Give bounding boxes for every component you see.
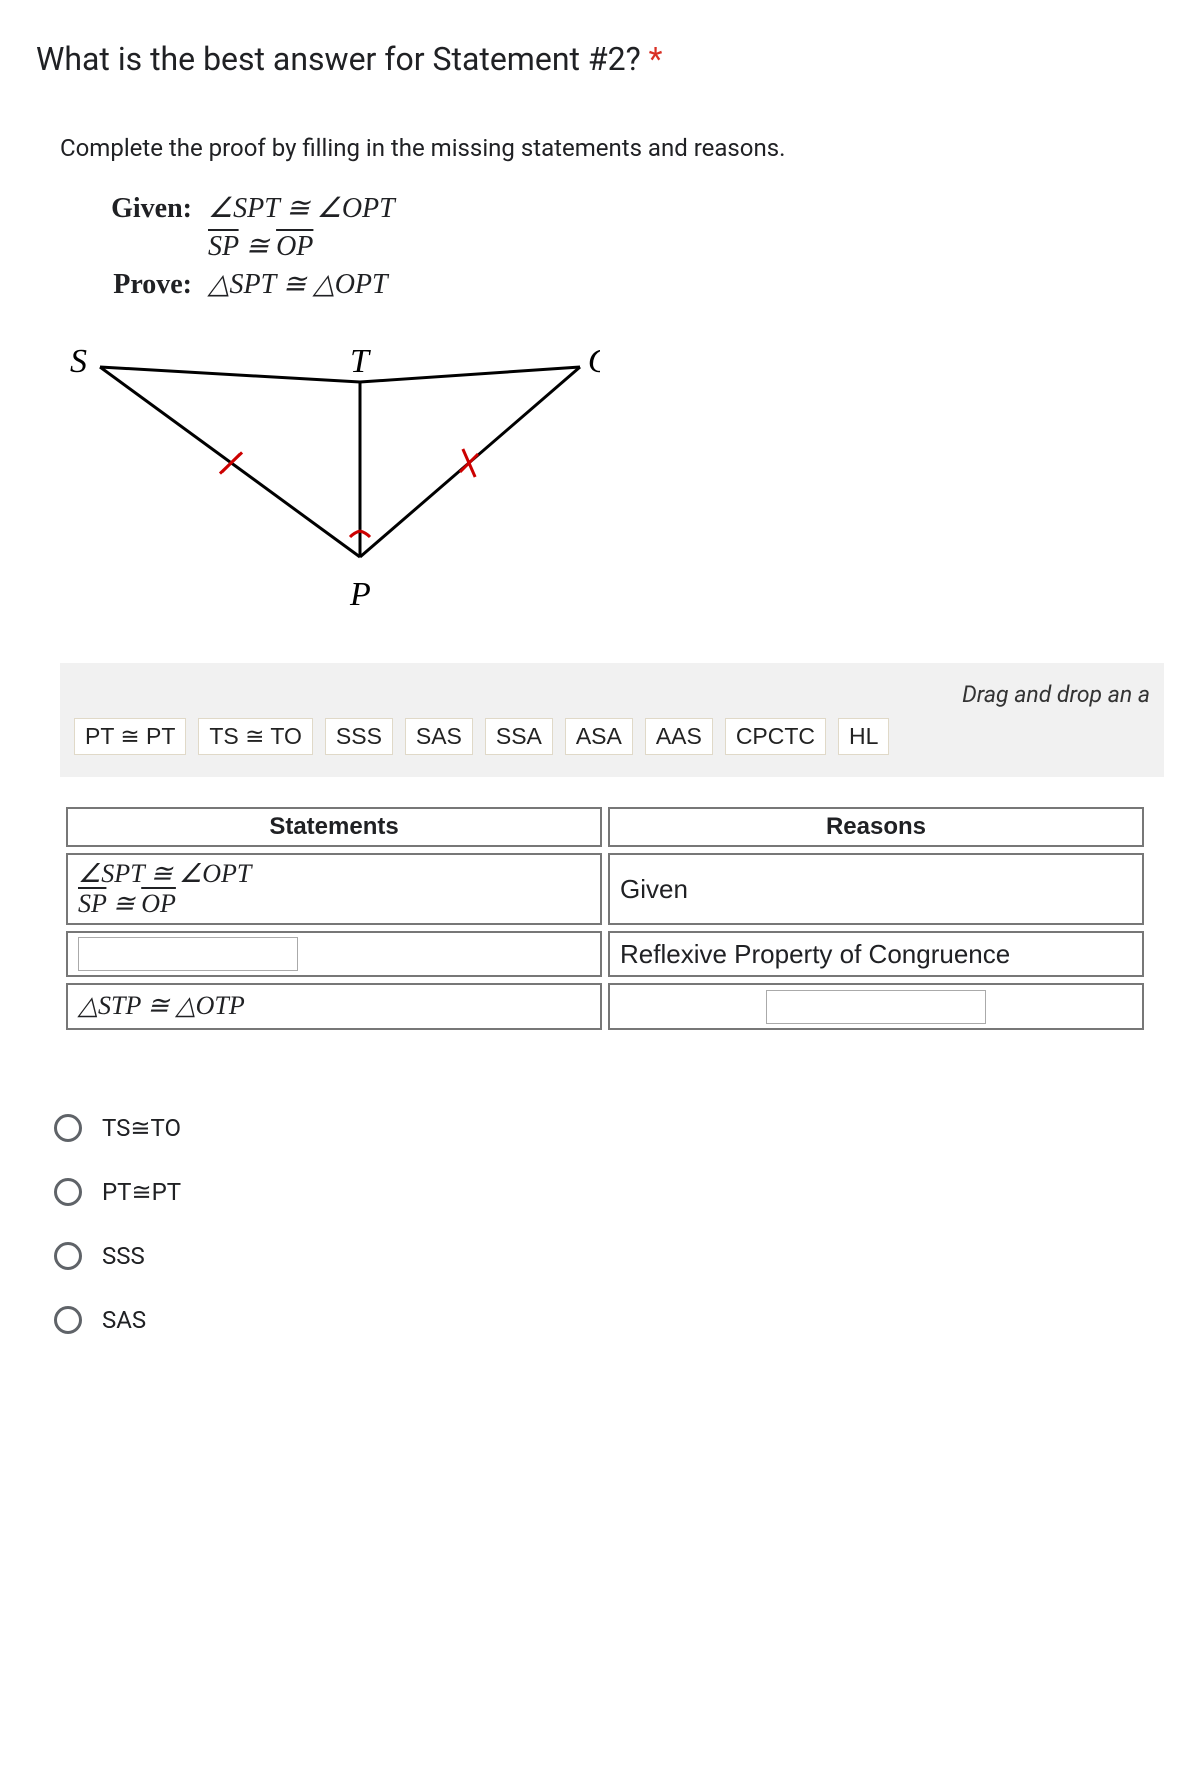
given-label: Given: — [88, 190, 192, 228]
prove-line: △SPT ≅ △OPT — [208, 266, 388, 304]
given-prove-block: Given: ∠SPT ≅ ∠OPT SP ≅ OP Prove: △SPT ≅… — [88, 190, 1164, 303]
bank-token[interactable]: SAS — [405, 718, 473, 755]
proof-table: Statements Reasons ∠SPT ≅ ∠OPT SP ≅ OP G… — [60, 801, 1164, 1035]
vertex-label-s: S — [70, 343, 87, 380]
vertex-label-p: P — [349, 576, 371, 613]
given-line-2: SP ≅ OP — [208, 228, 313, 266]
vertex-label-o: O — [588, 343, 600, 380]
option-ts-to[interactable]: TS≅TO — [54, 1096, 1164, 1160]
option-label: SAS — [102, 1306, 146, 1334]
option-label: TS≅TO — [102, 1114, 181, 1142]
prove-label: Prove: — [88, 266, 192, 304]
radio-icon — [54, 1242, 82, 1270]
reason-cell-2: Reflexive Property of Congruence — [608, 931, 1144, 977]
question-title: What is the best answer for Statement #2… — [36, 40, 1164, 78]
radio-icon — [54, 1178, 82, 1206]
option-sss[interactable]: SSS — [54, 1224, 1164, 1288]
answer-options: TS≅TO PT≅PT SSS SAS — [54, 1096, 1164, 1352]
reasons-header: Reasons — [608, 807, 1144, 847]
reason-cell-1: Given — [608, 853, 1144, 925]
blank-slot-statement-2[interactable] — [78, 937, 298, 971]
option-pt-pt[interactable]: PT≅PT — [54, 1160, 1164, 1224]
bank-token[interactable]: ASA — [565, 718, 633, 755]
bank-token[interactable]: AAS — [645, 718, 713, 755]
instruction-text: Complete the proof by filling in the mis… — [60, 134, 1164, 162]
statements-header: Statements — [66, 807, 602, 847]
triangle-diagram: S T O P — [60, 327, 1164, 623]
statement-cell-1: ∠SPT ≅ ∠OPT SP ≅ OP — [66, 853, 602, 925]
option-label: SSS — [102, 1242, 145, 1270]
question-text: What is the best answer for Statement #2… — [36, 40, 641, 78]
radio-icon — [54, 1306, 82, 1334]
vertex-label-t: T — [350, 343, 371, 380]
answer-bank: Drag and drop an a PT ≅ PT TS ≅ TO SSS S… — [60, 663, 1164, 777]
bank-token[interactable]: CPCTC — [725, 718, 826, 755]
bank-token[interactable]: TS ≅ TO — [198, 718, 313, 755]
statement-cell-3: △STP ≅ △OTP — [66, 983, 602, 1029]
required-asterisk: * — [649, 40, 663, 78]
bank-token[interactable]: SSA — [485, 718, 553, 755]
option-label: PT≅PT — [102, 1178, 181, 1206]
option-sas[interactable]: SAS — [54, 1288, 1164, 1352]
given-line-1: ∠SPT ≅ ∠OPT — [208, 190, 395, 228]
statement-cell-2 — [66, 931, 602, 977]
bank-token[interactable]: PT ≅ PT — [74, 718, 186, 755]
drag-hint: Drag and drop an a — [74, 681, 1150, 708]
reason-cell-3 — [608, 983, 1144, 1029]
radio-icon — [54, 1114, 82, 1142]
bank-token[interactable]: SSS — [325, 718, 393, 755]
blank-slot-reason-3[interactable] — [766, 990, 986, 1024]
bank-token[interactable]: HL — [838, 718, 889, 755]
